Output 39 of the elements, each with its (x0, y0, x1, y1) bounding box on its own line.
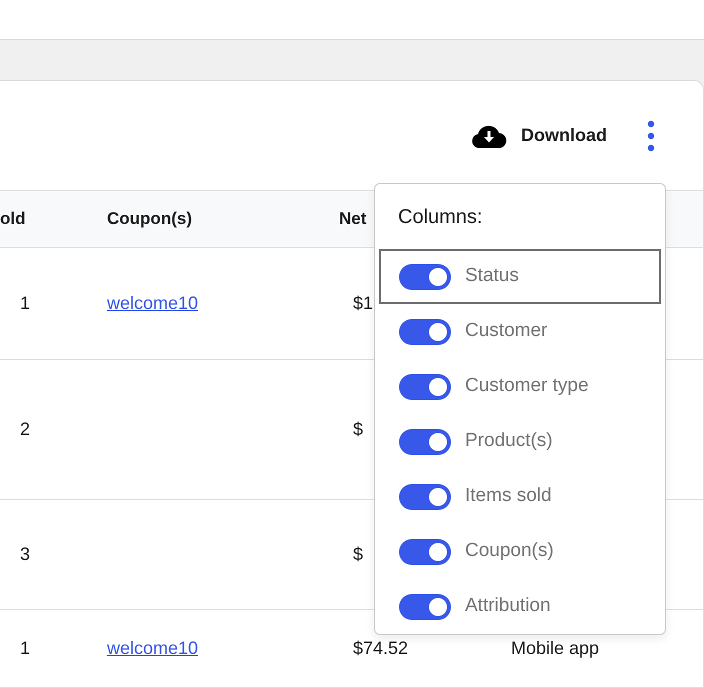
toggle-label: Attribution (465, 594, 551, 618)
column-toggle-item[interactable]: Product(s) (379, 414, 661, 469)
toggle-switch[interactable] (399, 264, 451, 290)
column-toggle-item[interactable]: Customer (379, 304, 661, 359)
toggle-label: Customer (465, 319, 548, 344)
table-cell: 1 (20, 293, 30, 313)
table-cell: 2 (20, 419, 30, 439)
table-cell: 1 (20, 638, 30, 658)
column-header[interactable]: Net (339, 209, 366, 228)
toggle-label: Customer type (465, 374, 589, 398)
table-cell: Mobile app (511, 638, 600, 658)
column-toggle-item[interactable]: Status (379, 249, 661, 304)
menu-title: Columns: (398, 206, 482, 228)
table-cell: $ (353, 419, 364, 439)
toggle-switch[interactable] (399, 594, 451, 620)
toggle-switch[interactable] (399, 538, 451, 564)
table-cell: $1 (353, 293, 374, 313)
column-toggle-item[interactable]: Attribution (379, 579, 661, 634)
table-cell: $74.52 (353, 638, 408, 658)
column-toggle-item[interactable]: Items sold (379, 469, 661, 524)
toggle-switch[interactable] (399, 484, 451, 510)
column-header[interactable]: old (0, 209, 26, 228)
toggle-switch[interactable] (399, 374, 451, 400)
table-cell: $ (353, 544, 364, 564)
more-options-icon[interactable] (647, 120, 655, 152)
column-toggle-item[interactable]: Customer type (379, 359, 661, 414)
toggle-label: Coupon(s) (465, 539, 554, 564)
coupon-link[interactable]: welcome10 (107, 293, 198, 313)
column-toggle-item[interactable]: Coupon(s) (379, 524, 661, 579)
download-button[interactable]: Download (471, 122, 607, 149)
toggle-switch[interactable] (399, 428, 451, 454)
table-cell: 3 (20, 544, 30, 564)
toggle-label: Product(s) (465, 429, 553, 454)
toggle-label: Status (465, 264, 519, 288)
coupon-link[interactable]: welcome10 (107, 638, 198, 658)
column-header[interactable]: Coupon(s) (107, 209, 192, 228)
toggle-switch[interactable] (399, 318, 451, 344)
cloud-download-icon (471, 124, 507, 148)
toggle-label: Items sold (465, 484, 552, 508)
